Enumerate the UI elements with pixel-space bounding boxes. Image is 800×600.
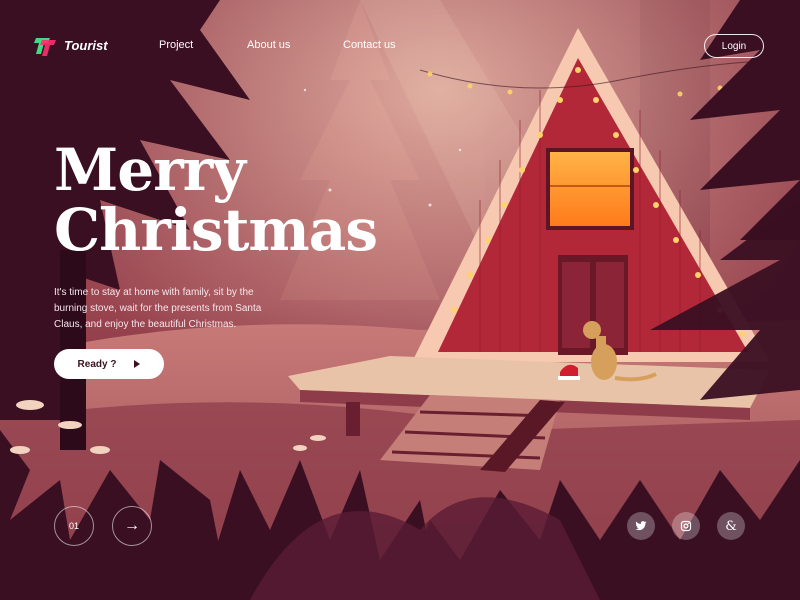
nav-item-contact-us[interactable]: Contact us [343, 39, 396, 51]
hero-title-line-2: Christmas [54, 196, 378, 264]
ready-button-label: Ready ? [77, 358, 117, 370]
twitter-icon [635, 521, 647, 531]
ampersand-icon: & [725, 518, 737, 534]
hero-description: It's time to stay at home with family, s… [54, 287, 262, 330]
main-nav: Project About us Contact us [0, 39, 800, 55]
nav-item-about-us[interactable]: About us [247, 39, 290, 51]
nav-item-project[interactable]: Project [159, 39, 193, 51]
twitter-button[interactable] [627, 512, 655, 540]
hero-title: Merry Christmas [54, 136, 378, 264]
instagram-icon [680, 520, 692, 532]
page-indicator: 01 [54, 506, 94, 546]
next-slide-button[interactable]: → [112, 506, 152, 546]
ready-button[interactable]: Ready ? [54, 349, 164, 379]
play-icon [134, 360, 141, 368]
ampersand-button[interactable]: & [717, 512, 745, 540]
instagram-button[interactable] [672, 512, 700, 540]
arrow-right-icon: → [124, 517, 140, 534]
hero-title-line-1: Merry [54, 136, 246, 204]
login-button[interactable]: Login [704, 34, 764, 58]
